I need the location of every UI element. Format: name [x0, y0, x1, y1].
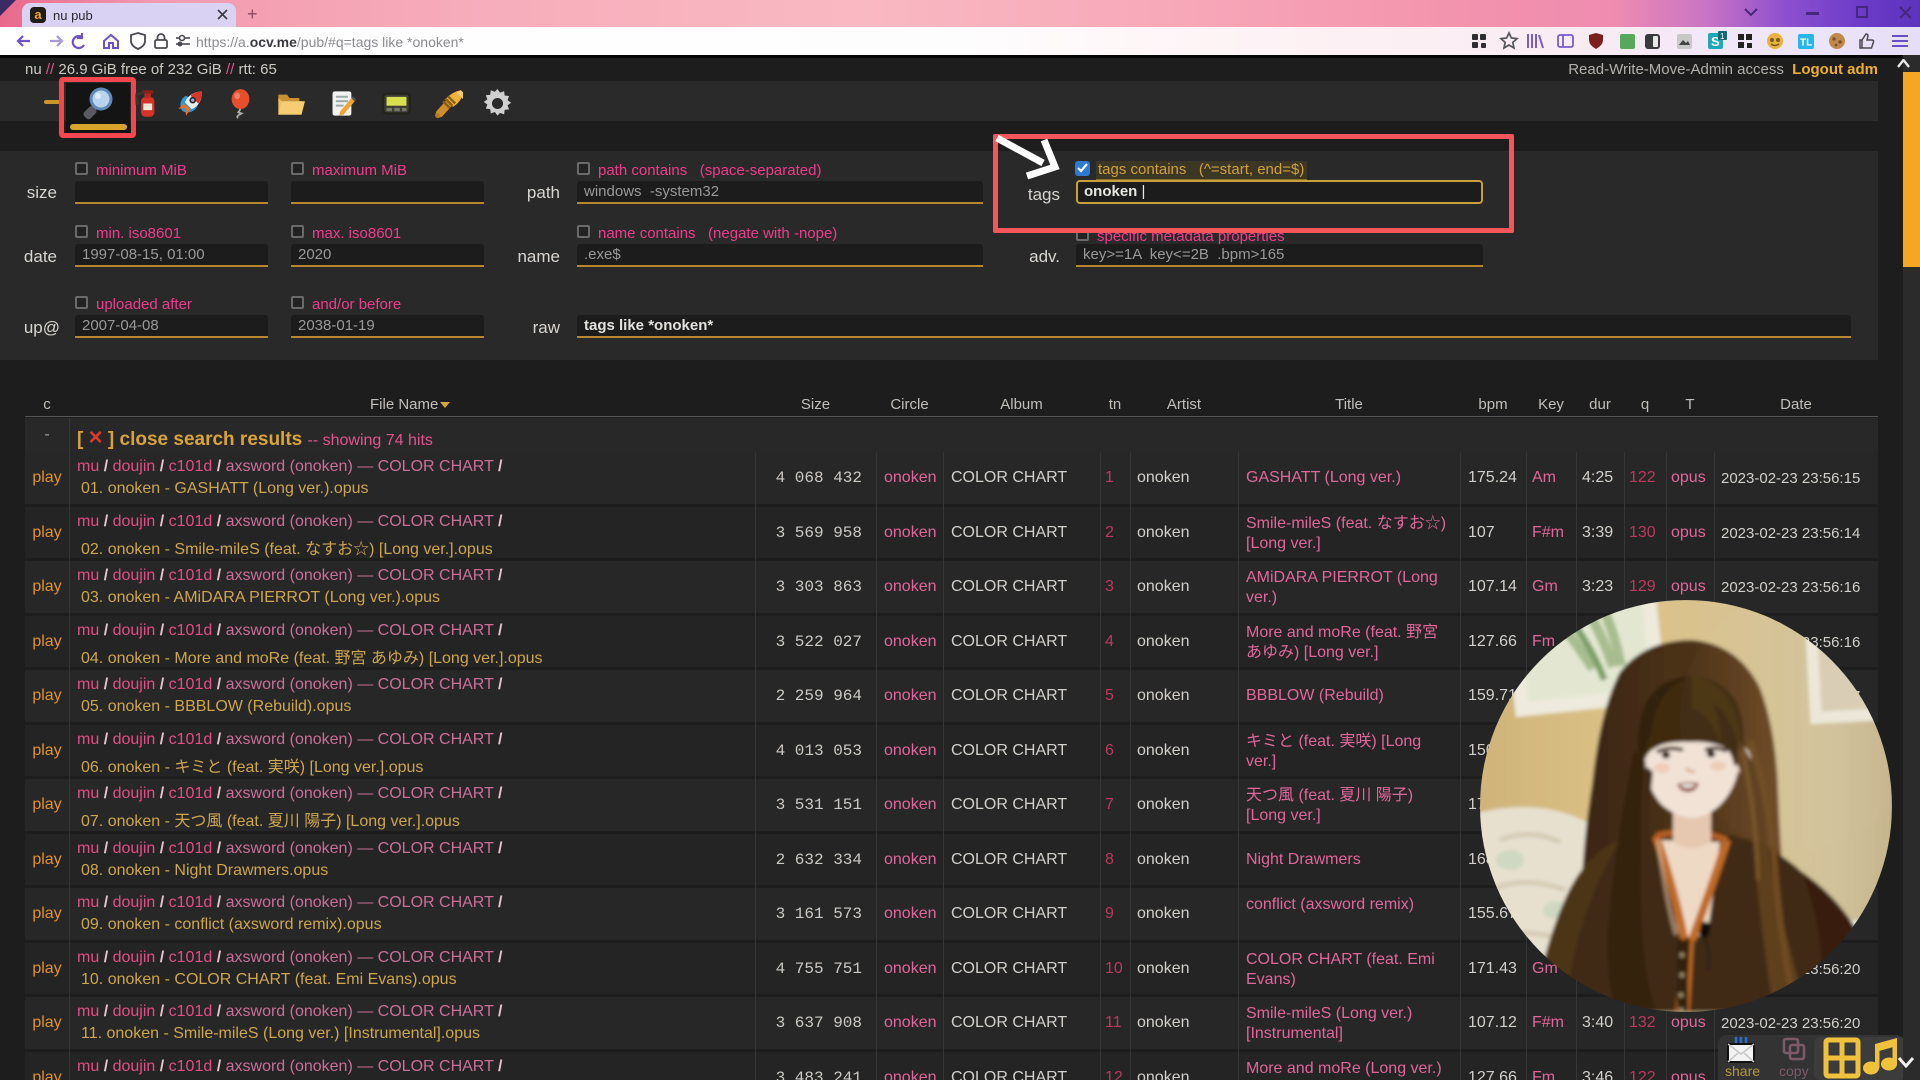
svg-text:share: share	[1725, 1063, 1760, 1079]
svg-text:copy: copy	[1779, 1063, 1809, 1079]
svg-text:TL: TL	[1800, 38, 1812, 49]
svg-text:1: 1	[1720, 32, 1725, 41]
